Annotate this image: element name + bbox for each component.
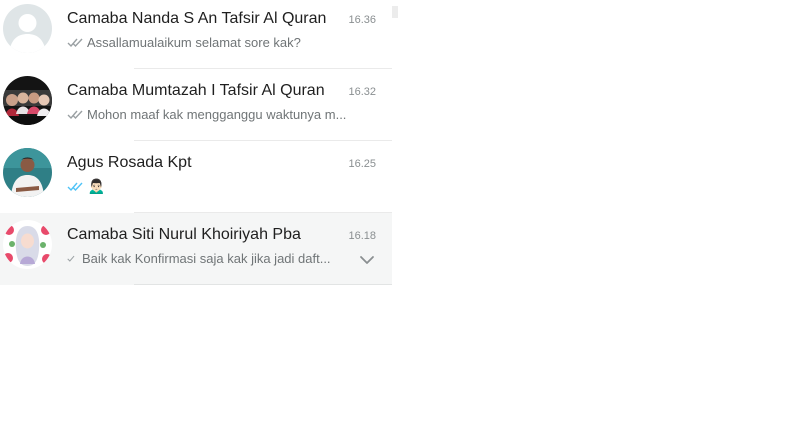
- chevron-down-icon[interactable]: [359, 255, 375, 265]
- default-avatar-icon: [3, 4, 52, 53]
- chat-row[interactable]: Camaba Siti Nurul Khoiriyah Pba 16.18 Ba…: [0, 213, 392, 285]
- chat-name: Camaba Siti Nurul Khoiriyah Pba: [67, 226, 301, 243]
- message-preview: Assallamualaikum selamat sore kak?: [67, 34, 369, 50]
- message-preview-text: Assallamualaikum selamat sore kak?: [87, 34, 301, 50]
- message-preview: Mohon maaf kak mengganggu waktunya m...: [67, 106, 369, 122]
- chat-time: 16.32: [348, 86, 376, 98]
- chat-row-content: Camaba Mumtazah I Tafsir Al Quran 16.32 …: [67, 69, 392, 141]
- scrollbar-thumb[interactable]: [392, 6, 398, 18]
- message-preview: Baik kak Konfirmasi saja kak jika jadi d…: [67, 250, 343, 266]
- message-preview-text: Baik kak Konfirmasi saja kak jika jadi d…: [82, 250, 331, 266]
- chat-row[interactable]: Camaba Mumtazah I Tafsir Al Quran 16.32 …: [0, 69, 392, 141]
- chat-name: Camaba Mumtazah I Tafsir Al Quran: [67, 82, 325, 99]
- double-check-read-icon: [67, 182, 83, 191]
- chat-row[interactable]: Camaba Nanda S An Tafsir Al Quran 16.36 …: [0, 0, 392, 69]
- group-photo-avatar: [3, 76, 52, 125]
- chat-name: Camaba Nanda S An Tafsir Al Quran: [67, 10, 327, 27]
- message-preview-text: 🙍🏻‍♂️: [87, 178, 106, 194]
- hijab-illustration-avatar: [3, 220, 52, 269]
- single-check-icon: [67, 255, 75, 262]
- message-preview: 🙍🏻‍♂️: [67, 178, 369, 194]
- chat-time: 16.18: [348, 230, 376, 242]
- chat-row[interactable]: Agus Rosada Kpt 16.25 🙍🏻‍♂️: [0, 141, 392, 213]
- chat-row-content: Camaba Nanda S An Tafsir Al Quran 16.36 …: [67, 0, 392, 69]
- man-photo-avatar: [3, 148, 52, 197]
- double-check-icon: [67, 110, 83, 119]
- double-check-icon: [67, 38, 83, 47]
- chat-row-content: Camaba Siti Nurul Khoiriyah Pba 16.18 Ba…: [67, 213, 392, 285]
- chat-row-content: Agus Rosada Kpt 16.25 🙍🏻‍♂️: [67, 141, 392, 213]
- chat-time: 16.25: [348, 158, 376, 170]
- chat-name: Agus Rosada Kpt: [67, 154, 192, 171]
- row-divider: [134, 284, 392, 285]
- chat-time: 16.36: [348, 14, 376, 26]
- message-preview-text: Mohon maaf kak mengganggu waktunya m...: [87, 106, 347, 122]
- chat-list: Camaba Nanda S An Tafsir Al Quran 16.36 …: [0, 0, 392, 292]
